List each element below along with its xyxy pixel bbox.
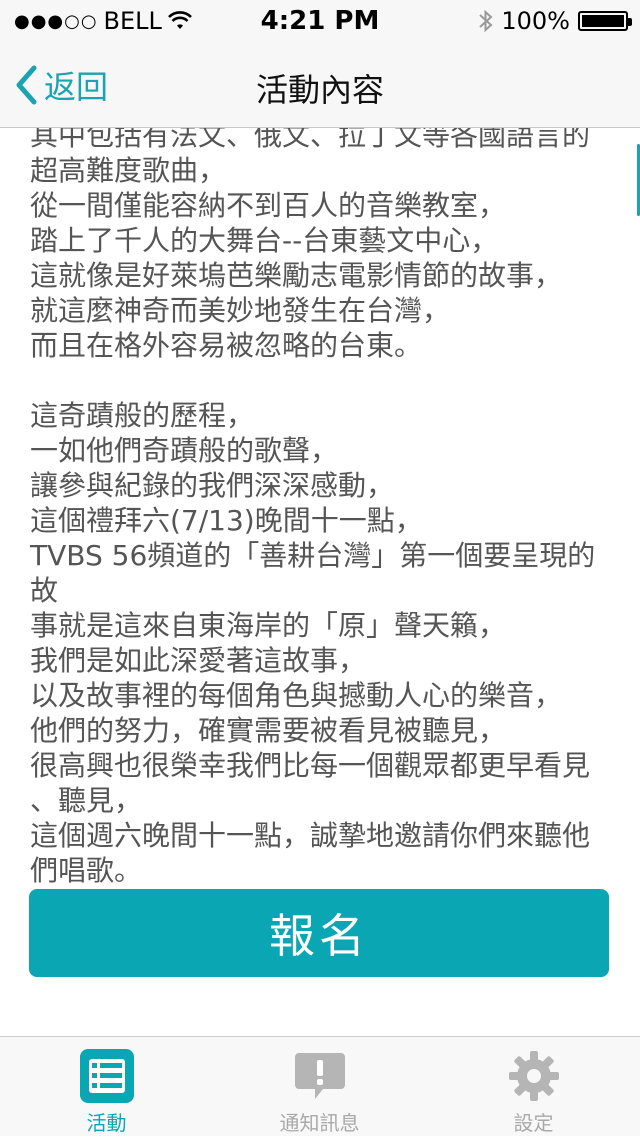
tab-activities-label: 活動 bbox=[86, 1111, 127, 1135]
navigation-bar: 返回 活動內容 bbox=[0, 40, 640, 128]
list-icon bbox=[79, 1049, 134, 1103]
tab-bar: 活動 通知訊息 設定 bbox=[0, 1036, 640, 1136]
status-bar: ●●●○○ BELL 4:21 PM 100% bbox=[0, 0, 640, 40]
battery-icon bbox=[578, 11, 632, 31]
page-title: 活動內容 bbox=[255, 71, 384, 109]
tab-activities[interactable]: 活動 bbox=[0, 1037, 213, 1137]
tab-settings-label: 設定 bbox=[513, 1111, 554, 1135]
tab-notifications-label: 通知訊息 bbox=[279, 1111, 360, 1135]
status-right: 100% bbox=[479, 7, 632, 35]
tab-notifications[interactable]: 通知訊息 bbox=[213, 1037, 426, 1137]
tab-settings[interactable]: 設定 bbox=[427, 1037, 640, 1137]
alert-message-icon bbox=[294, 1053, 345, 1099]
activity-description: 其中包括有法文、俄文、拉丁文等各國語言的 超高難度歌曲， 從一間僅能容納不到百人… bbox=[30, 128, 596, 887]
bluetooth-icon bbox=[479, 9, 493, 33]
content-scroll-area[interactable]: 其中包括有法文、俄文、拉丁文等各國語言的 超高難度歌曲， 從一間僅能容納不到百人… bbox=[0, 128, 640, 1036]
gear-icon bbox=[508, 1051, 559, 1101]
signup-button[interactable]: 報名 bbox=[29, 889, 609, 977]
battery-percent: 100% bbox=[501, 7, 570, 35]
